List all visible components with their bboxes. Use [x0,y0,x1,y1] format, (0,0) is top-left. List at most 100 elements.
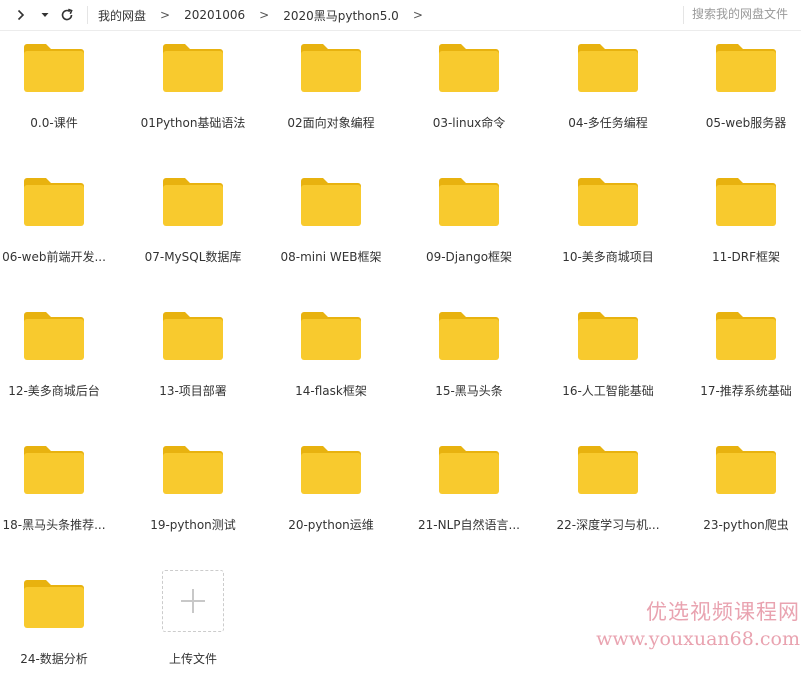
folder-name: 07-MySQL数据库 [144,250,242,264]
breadcrumb-item-date[interactable]: 20201006 [184,8,245,22]
folder-item[interactable]: 19-python测试 [131,442,255,562]
folder-icon [578,178,638,226]
folder-name: 17-推荐系统基础 [700,384,792,398]
folder-icon [163,446,223,494]
caret-down-icon [41,13,49,17]
plus-icon [181,589,205,613]
folder-name: 22-深度学习与机... [556,518,660,532]
upload-file-button[interactable]: 上传文件 [131,570,255,696]
folder-item[interactable]: 09-Django框架 [407,174,531,294]
folder-icon [716,178,776,226]
breadcrumb-item-root[interactable]: 我的网盘 [98,7,146,24]
breadcrumb-separator-icon: > [160,8,171,22]
search-input[interactable] [692,4,798,24]
folder-name: 01Python基础语法 [140,116,246,130]
folder-item[interactable]: 17-推荐系统基础 [684,308,801,428]
folder-item[interactable]: 05-web服务器 [684,40,801,160]
folder-name: 03-linux命令 [432,116,506,130]
folder-item[interactable]: 03-linux命令 [407,40,531,160]
folder-item[interactable]: 10-美多商城项目 [546,174,670,294]
folder-item[interactable]: 16-人工智能基础 [546,308,670,428]
folder-name: 14-flask框架 [295,384,367,398]
folder-name: 06-web前端开发... [2,250,106,264]
folder-icon [163,178,223,226]
folder-item[interactable]: 23-python爬虫 [684,442,801,562]
folder-icon [24,178,84,226]
folder-icon [439,44,499,92]
search-divider [683,6,684,24]
folder-name: 19-python测试 [150,518,236,532]
watermark-title: 优选视频课程网 [646,600,800,624]
folder-icon [439,178,499,226]
folder-icon [578,44,638,92]
folder-icon [301,446,361,494]
refresh-button[interactable] [58,3,76,27]
folder-name: 23-python爬虫 [703,518,789,532]
folder-item[interactable]: 06-web前端开发... [0,174,116,294]
toolbar-border [0,30,801,31]
toolbar: 我的网盘 > 20201006 > 2020黑马python5.0 > [0,0,801,30]
chevron-right-icon [17,9,25,21]
folder-item[interactable]: 21-NLP自然语言... [407,442,531,562]
folder-icon [301,178,361,226]
folder-name: 04-多任务编程 [568,116,648,130]
folder-icon [578,446,638,494]
folder-item[interactable]: 12-美多商城后台 [0,308,116,428]
folder-name: 20-python运维 [288,518,374,532]
folder-item[interactable]: 08-mini WEB框架 [269,174,393,294]
folder-name: 13-项目部署 [159,384,227,398]
upload-label: 上传文件 [168,652,217,666]
breadcrumb-separator-icon: > [259,8,270,22]
history-dropdown-button[interactable] [38,3,52,27]
folder-icon [439,312,499,360]
folder-item[interactable]: 02面向对象编程 [269,40,393,160]
folder-name: 05-web服务器 [705,116,787,130]
breadcrumb-expand-icon[interactable]: > [413,8,423,22]
folder-item[interactable]: 20-python运维 [269,442,393,562]
folder-name: 18-黑马头条推荐... [2,518,106,532]
folder-icon [301,44,361,92]
folder-icon [163,312,223,360]
folder-name: 09-Django框架 [425,250,513,264]
folder-name: 12-美多商城后台 [8,384,100,398]
folder-icon [301,312,361,360]
refresh-icon [61,8,73,21]
folder-name: 02面向对象编程 [287,116,375,130]
breadcrumb-item-current[interactable]: 2020黑马python5.0 [283,7,399,24]
folder-icon [24,580,84,628]
folder-item[interactable]: 24-数据分析 [0,576,116,696]
watermark: 优选视频课程网 www.youxuan68.com [560,596,800,650]
folder-item[interactable]: 22-深度学习与机... [546,442,670,562]
upload-dropzone[interactable] [162,570,224,632]
breadcrumb: 我的网盘 > 20201006 > 2020黑马python5.0 > [98,0,437,30]
folder-icon [578,312,638,360]
folder-icon [24,44,84,92]
folder-icon [24,312,84,360]
forward-button[interactable] [14,3,28,27]
folder-item[interactable]: 04-多任务编程 [546,40,670,160]
folder-name: 16-人工智能基础 [562,384,654,398]
folder-name: 10-美多商城项目 [562,250,654,264]
folder-item[interactable]: 14-flask框架 [269,308,393,428]
folder-icon [716,312,776,360]
folder-name: 15-黑马头条 [435,384,503,398]
folder-item[interactable]: 13-项目部署 [131,308,255,428]
folder-item[interactable]: 18-黑马头条推荐... [0,442,116,562]
folder-name: 24-数据分析 [20,652,88,666]
folder-name: 11-DRF框架 [711,250,781,264]
folder-item[interactable]: 11-DRF框架 [684,174,801,294]
folder-icon [716,44,776,92]
folder-icon [163,44,223,92]
folder-icon [716,446,776,494]
folder-item[interactable]: 01Python基础语法 [131,40,255,160]
folder-item[interactable]: 0.0-课件 [0,40,116,160]
folder-item[interactable]: 07-MySQL数据库 [131,174,255,294]
folder-item[interactable]: 15-黑马头条 [407,308,531,428]
toolbar-divider [87,6,88,24]
folder-name: 21-NLP自然语言... [418,518,520,532]
folder-name: 08-mini WEB框架 [280,250,382,264]
folder-name: 0.0-课件 [30,116,78,130]
folder-icon [24,446,84,494]
watermark-url: www.youxuan68.com [596,628,800,650]
folder-icon [439,446,499,494]
